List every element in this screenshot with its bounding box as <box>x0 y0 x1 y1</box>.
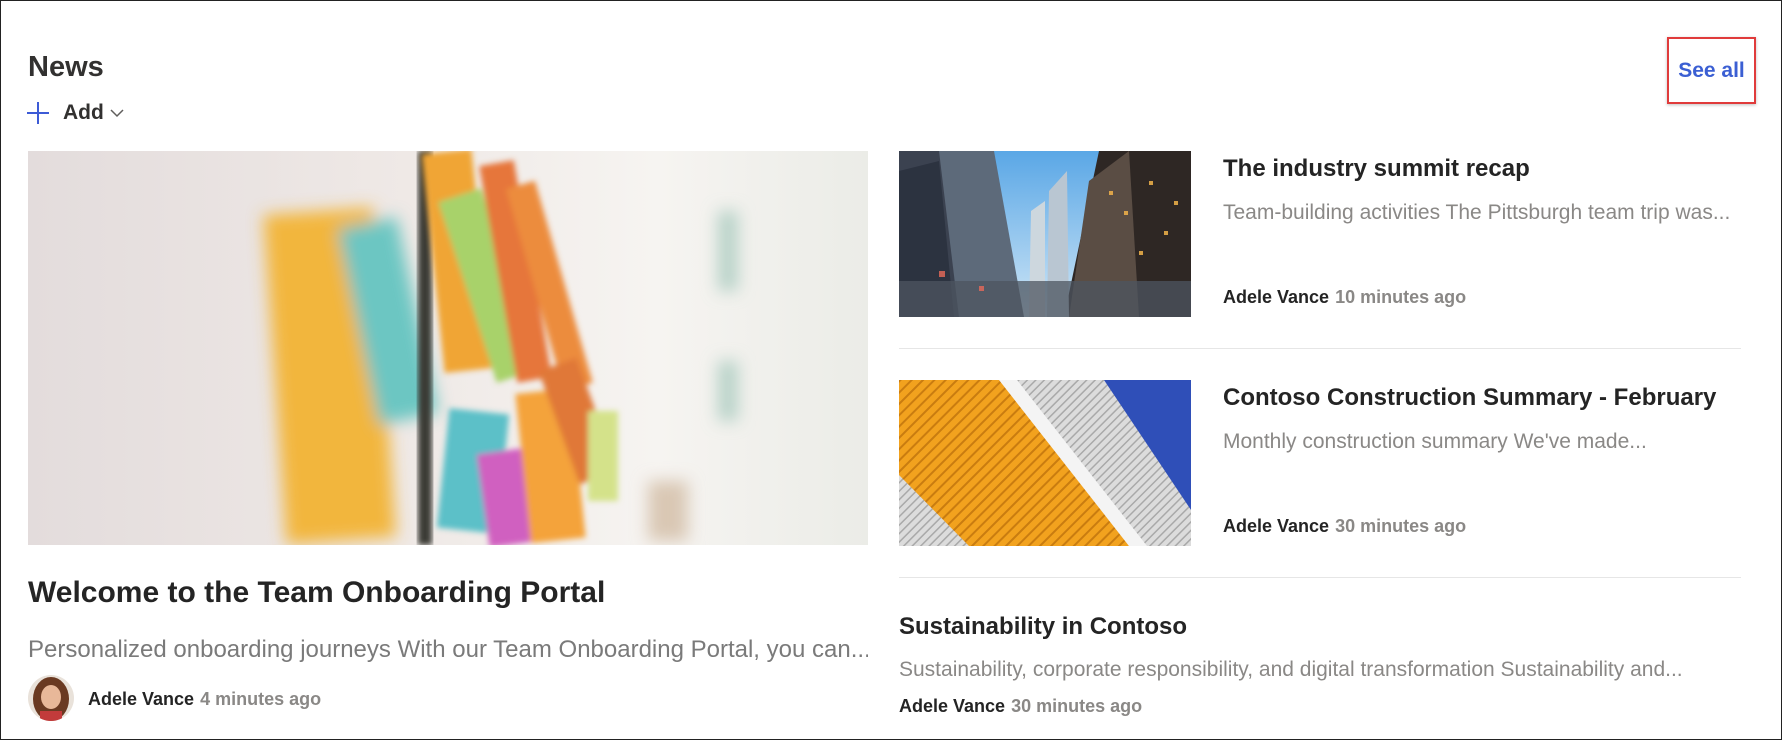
hero-meta: Adele Vance 4 minutes ago <box>88 689 321 710</box>
news-item-description: Team-building activities The Pittsburgh … <box>1223 201 1731 224</box>
news-item-image[interactable] <box>899 380 1191 546</box>
divider <box>899 577 1741 578</box>
hero-title[interactable]: Welcome to the Team Onboarding Portal <box>28 576 605 610</box>
news-item-description: Monthly construction summary We've made.… <box>1223 430 1647 453</box>
plus-icon <box>27 102 49 124</box>
see-all-highlight: See all <box>1667 37 1756 104</box>
section-title: News <box>28 51 104 83</box>
see-all-link[interactable]: See all <box>1678 59 1745 83</box>
chevron-down-icon <box>110 109 124 118</box>
author-name[interactable]: Adele Vance <box>88 689 194 709</box>
avatar <box>28 675 74 721</box>
news-item-title[interactable]: Contoso Construction Summary - February <box>1223 384 1716 412</box>
news-item-image[interactable] <box>899 151 1191 317</box>
divider <box>899 348 1741 349</box>
add-label: Add <box>63 101 104 124</box>
author-name[interactable]: Adele Vance <box>1223 516 1329 536</box>
author-name[interactable]: Adele Vance <box>1223 287 1329 307</box>
news-webpart: News Add See all Welcome to the Team Onb… <box>0 0 1782 740</box>
post-time: 30 minutes ago <box>1335 516 1467 536</box>
add-news-button[interactable]: Add <box>27 101 124 125</box>
hero-image[interactable] <box>28 151 868 545</box>
news-item-meta: Adele Vance 30 minutes ago <box>899 696 1142 717</box>
post-time: 4 minutes ago <box>200 689 322 709</box>
news-item-title[interactable]: Sustainability in Contoso <box>899 613 1187 641</box>
author-name[interactable]: Adele Vance <box>899 696 1005 716</box>
post-time: 30 minutes ago <box>1011 696 1143 716</box>
news-item-description: Sustainability, corporate responsibility… <box>899 658 1683 681</box>
news-item-meta: Adele Vance 10 minutes ago <box>1223 287 1466 308</box>
hero-description: Personalized onboarding journeys With ou… <box>28 636 868 663</box>
news-item-title[interactable]: The industry summit recap <box>1223 155 1530 183</box>
post-time: 10 minutes ago <box>1335 287 1467 307</box>
news-item-meta: Adele Vance 30 minutes ago <box>1223 516 1466 537</box>
